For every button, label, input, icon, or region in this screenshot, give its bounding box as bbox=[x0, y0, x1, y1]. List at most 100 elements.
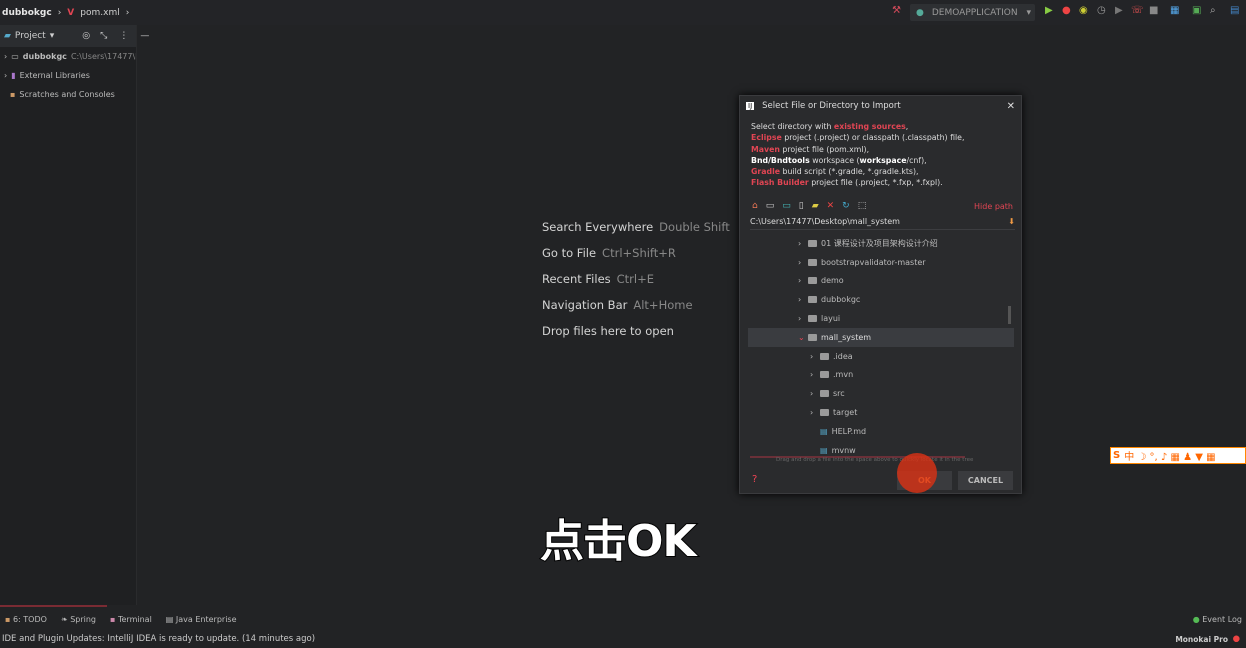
project-view-select[interactable]: Project bbox=[15, 31, 46, 41]
theme-indicator[interactable]: Monokai Pro bbox=[1175, 635, 1228, 644]
file-tree-item[interactable]: › layui bbox=[748, 309, 1014, 328]
library-icon: ▮ bbox=[11, 71, 16, 80]
top-bar: dubbokgc › V pom.xml › bbox=[0, 0, 1246, 25]
chevron-right-icon: › bbox=[798, 238, 802, 248]
ime-icons: 中 ☽ °, ♪ ▦ ♟ ▼ ▦ bbox=[1124, 452, 1216, 463]
video-caption: 点击OK bbox=[539, 515, 697, 568]
hint-drop-files: Drop files here to open bbox=[542, 324, 674, 338]
target-icon[interactable]: ◎ bbox=[82, 31, 90, 41]
chevron-right-icon: › bbox=[125, 7, 130, 18]
file-tree-item[interactable]: › .mvn bbox=[748, 366, 1014, 385]
chevron-right-icon: › bbox=[4, 52, 8, 61]
desktop-icon[interactable]: ▭ bbox=[766, 201, 775, 211]
scratch-icon: ▪ bbox=[10, 90, 16, 99]
close-icon[interactable]: ✕ bbox=[1007, 101, 1015, 112]
build-hammer-icon[interactable]: ⚒ bbox=[892, 5, 901, 16]
dialog-toolbar: ⌂ ▭ ▭ ▯ ▰ ✕ ↻ ⬚ bbox=[752, 201, 866, 211]
new-folder-icon[interactable]: ▰ bbox=[812, 201, 819, 211]
file-tree-item[interactable]: ▤ mvnw bbox=[748, 441, 1014, 456]
file-tree-label: .idea bbox=[833, 351, 853, 361]
show-hidden-icon[interactable]: ⬚ bbox=[858, 201, 867, 211]
path-input[interactable]: C:\Users\17477\Desktop\mall_system ⬇ bbox=[750, 217, 1015, 230]
maven-icon: V bbox=[67, 7, 75, 18]
attach-icon[interactable]: ☏ bbox=[1131, 5, 1144, 16]
click-indicator bbox=[897, 453, 937, 493]
file-tree-item[interactable]: › src bbox=[748, 384, 1014, 403]
folder-icon bbox=[808, 296, 817, 304]
file-tree-label: dubbokgc bbox=[821, 295, 861, 305]
cancel-button[interactable]: CANCEL bbox=[958, 471, 1013, 490]
file-tree-item[interactable]: › demo bbox=[748, 272, 1014, 291]
file-tree-label: bootstrapvalidator-master bbox=[821, 257, 926, 267]
chevron-down-icon: ▾ bbox=[1026, 7, 1031, 18]
tree-item-external-libraries[interactable]: › ▮ External Libraries bbox=[0, 66, 136, 85]
stop-icon[interactable]: ■ bbox=[1149, 5, 1158, 16]
tree-item-dubbokgc[interactable]: ›▭dubbokgcC:\Users\17477\Deskt bbox=[0, 47, 136, 66]
minimize-icon[interactable]: — bbox=[140, 31, 149, 41]
debug-icon[interactable]: ● bbox=[1062, 5, 1071, 16]
tab-java-enterprise[interactable]: ▤ Java Enterprise bbox=[166, 615, 237, 624]
breadcrumb-file[interactable]: pom.xml bbox=[80, 8, 119, 18]
error-icon[interactable]: ● bbox=[1233, 634, 1240, 644]
terminal-icon[interactable]: ▣ bbox=[1192, 5, 1201, 16]
more-icon[interactable]: ⋮ bbox=[119, 31, 128, 41]
file-tree-item[interactable]: ▤ HELP.md bbox=[748, 422, 1014, 441]
collapse-icon[interactable]: ⤡ bbox=[100, 31, 107, 41]
delete-icon[interactable]: ✕ bbox=[827, 201, 835, 211]
dialog-title-bar: IJ Select File or Directory to Import ✕ bbox=[740, 96, 1021, 116]
chevron-right-icon: › bbox=[57, 7, 62, 18]
breadcrumb-project[interactable]: dubbokgc bbox=[2, 8, 52, 18]
run-icon[interactable]: ▶ bbox=[1045, 5, 1053, 16]
module-icon[interactable]: ▯ bbox=[799, 201, 804, 211]
file-tree-item[interactable]: › target bbox=[748, 403, 1014, 422]
file-tree: › 01 课程设计及项目架构设计介绍 › bootstrapvalidator-mas… bbox=[748, 234, 1014, 456]
hint-navigation-bar: Navigation Bar Alt+Home bbox=[542, 298, 693, 312]
tree-path: C:\Users\17477\Deskt bbox=[70, 52, 136, 61]
file-tree-label: mall_system bbox=[821, 332, 872, 342]
tab-todo[interactable]: ▪ 6: TODO bbox=[5, 615, 47, 624]
file-tree-item[interactable]: › .idea bbox=[748, 347, 1014, 366]
status-bar: IDE and Plugin Updates: IntelliJ IDEA is… bbox=[0, 630, 1246, 648]
folder-icon: ▭ bbox=[11, 52, 19, 61]
hide-path-link[interactable]: Hide path bbox=[974, 202, 1013, 211]
file-tree-label: demo bbox=[821, 276, 844, 286]
hint-go-to-file: Go to File Ctrl+Shift+R bbox=[542, 246, 676, 260]
drag-hint: Drag and drop a file into the space abov… bbox=[776, 457, 974, 463]
refresh-icon[interactable]: ↻ bbox=[842, 201, 850, 211]
download-icon[interactable]: ⬇ bbox=[1008, 217, 1015, 226]
search-icon[interactable]: ⌕ bbox=[1210, 5, 1216, 16]
vertical-scrollbar[interactable] bbox=[1008, 306, 1011, 324]
chevron-right-icon: › bbox=[810, 408, 814, 418]
tree-item-scratches[interactable]: ▪ Scratches and Consoles bbox=[0, 85, 136, 104]
file-tree-label: layui bbox=[821, 314, 841, 324]
hint-search-everywhere: Search Everywhere Double Shift bbox=[542, 220, 730, 234]
terminal-icon: ▪ bbox=[110, 614, 116, 624]
tab-terminal[interactable]: ▪ Terminal bbox=[110, 615, 152, 624]
project-icon[interactable]: ▭ bbox=[782, 201, 791, 211]
tab-spring[interactable]: ❧ Spring bbox=[61, 615, 96, 624]
run-gray-icon[interactable]: ▶ bbox=[1115, 5, 1123, 16]
chevron-down-icon: ⌄ bbox=[798, 332, 805, 342]
translate-icon[interactable]: ▤ bbox=[1230, 5, 1239, 16]
todo-icon: ▪ bbox=[5, 614, 11, 624]
sogou-icon: S bbox=[1113, 450, 1121, 461]
file-tree-item[interactable]: ⌄ mall_system bbox=[748, 327, 1014, 347]
file-tree-item[interactable]: › bootstrapvalidator-master bbox=[748, 253, 1014, 272]
profile-icon[interactable]: ◷ bbox=[1097, 5, 1106, 16]
dialog-title: Select File or Directory to Import bbox=[762, 101, 901, 111]
file-tree-label: 01 课程设计及项目架构设计介绍 bbox=[821, 238, 938, 248]
structure-icon[interactable]: ▦ bbox=[1170, 5, 1179, 16]
tree-label: External Libraries bbox=[19, 71, 90, 80]
help-icon[interactable]: ? bbox=[752, 474, 757, 485]
file-tree-item[interactable]: › dubbokgc bbox=[748, 290, 1014, 309]
run-config-select[interactable]: ● DEMOAPPLICATION ▾ bbox=[910, 4, 1035, 21]
file-tree-item[interactable]: › 01 课程设计及项目架构设计介绍 bbox=[748, 234, 1014, 253]
chevron-right-icon: › bbox=[798, 314, 802, 324]
event-log-button[interactable]: ● Event Log bbox=[1193, 615, 1242, 624]
status-message[interactable]: IDE and Plugin Updates: IntelliJ IDEA is… bbox=[2, 634, 315, 644]
folder-icon bbox=[808, 315, 817, 323]
file-tree-label: src bbox=[833, 389, 845, 399]
home-icon[interactable]: ⌂ bbox=[752, 201, 758, 211]
ime-toolbar: S中 ☽ °, ♪ ▦ ♟ ▼ ▦ bbox=[1110, 447, 1246, 464]
coverage-icon[interactable]: ◉ bbox=[1079, 5, 1088, 16]
